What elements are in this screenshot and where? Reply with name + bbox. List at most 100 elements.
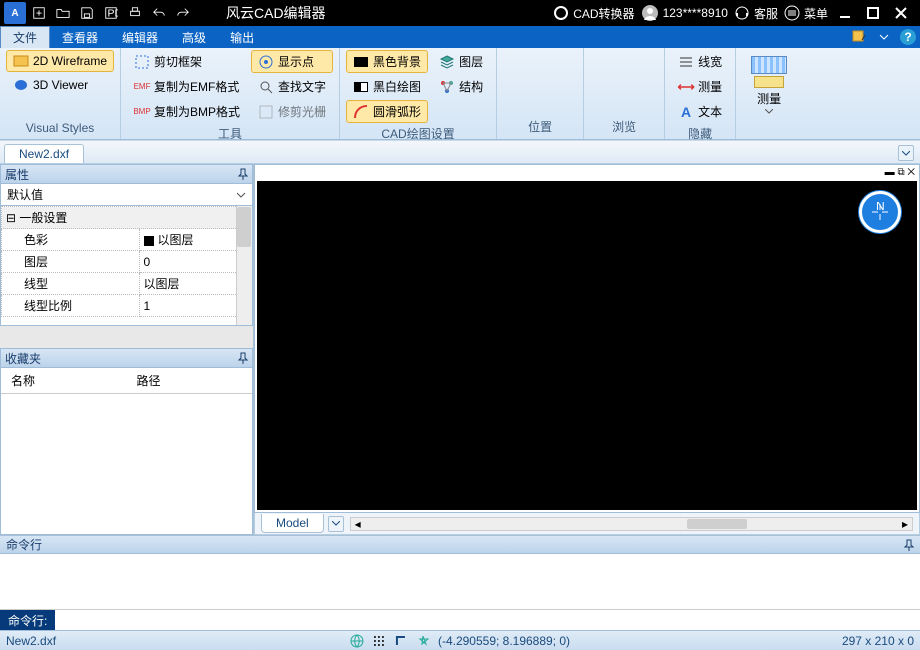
zoom-extents-icon[interactable]	[523, 50, 537, 56]
undo-icon[interactable]	[148, 2, 170, 24]
menu-button[interactable]: 菜单	[784, 5, 828, 22]
menu-output[interactable]: 输出	[218, 26, 266, 48]
print-icon[interactable]	[124, 2, 146, 24]
group-visual-label: Visual Styles	[6, 119, 114, 137]
zoom-prev-icon[interactable]	[503, 58, 517, 64]
grid-icon[interactable]	[372, 634, 386, 648]
globe-icon[interactable]	[350, 634, 364, 648]
prop-row[interactable]: 线型比例1	[2, 295, 252, 317]
dropdown-icon[interactable]	[872, 26, 896, 48]
cad-converter-button[interactable]: CAD转换器	[553, 5, 634, 22]
pin-icon[interactable]	[904, 539, 914, 551]
ribbon: 2D Wireframe 3D Viewer Visual Styles 剪切框…	[0, 48, 920, 140]
menu-bar: 文件 查看器 编辑器 高级 输出 ?	[0, 26, 920, 48]
main-area: 属性 默认值 ⊟ 一般设置 色彩以图层 图层0 线型以图层 线型比例1 收藏夹 …	[0, 164, 920, 535]
snap-icon[interactable]	[416, 634, 430, 648]
command-header: 命令行	[0, 536, 920, 554]
help-icon[interactable]: ?	[896, 26, 920, 48]
zoom-out-icon[interactable]	[543, 58, 557, 64]
chevron-down-icon	[236, 192, 246, 198]
group-pos-label: 位置	[503, 116, 577, 137]
3d-viewer-button[interactable]: 3D Viewer	[6, 74, 114, 96]
measure-big-button[interactable]: 测量	[742, 50, 796, 119]
left-pane: 属性 默认值 ⊟ 一般设置 色彩以图层 图层0 线型以图层 线型比例1 收藏夹 …	[0, 164, 254, 535]
clip-frame-button[interactable]: 剪切框架	[127, 50, 247, 73]
prop-row[interactable]: 线型以图层	[2, 273, 252, 295]
find-text-button[interactable]: 查找文字	[251, 75, 333, 98]
show-point-button[interactable]: 显示点	[251, 50, 333, 73]
favorites-header: 收藏夹	[0, 348, 253, 368]
model-bar: Model ◂▸	[254, 513, 920, 535]
command-history[interactable]	[0, 554, 920, 610]
svg-text:PDF: PDF	[108, 8, 119, 20]
struct-button[interactable]: 结构	[432, 75, 490, 98]
close-button[interactable]	[890, 2, 912, 24]
fav-col-name[interactable]: 名称	[1, 368, 127, 393]
property-selector[interactable]: 默认值	[0, 184, 253, 206]
pin-icon[interactable]	[238, 168, 248, 180]
nav-back-icon[interactable]	[590, 50, 604, 56]
command-input[interactable]	[55, 610, 920, 630]
menu-advanced[interactable]: 高级	[170, 26, 218, 48]
smooth-arc-button[interactable]: 圆滑弧形	[346, 100, 428, 123]
prop-row[interactable]: 图层0	[2, 251, 252, 273]
title-bar: A PDF 风云CAD编辑器 CAD转换器 123****8910 客服 菜单	[0, 0, 920, 26]
property-grid: ⊟ 一般设置 色彩以图层 图层0 线型以图层 线型比例1	[0, 206, 253, 326]
minimize-button[interactable]	[834, 2, 856, 24]
group-browse-label: 浏览	[590, 116, 658, 137]
prop-category[interactable]: ⊟ 一般设置	[2, 207, 252, 229]
tabs-dropdown-icon[interactable]	[898, 145, 914, 161]
viewport-wrap: ▬ ⧉ ✕ N Model ◂▸	[254, 164, 920, 535]
menu-viewer[interactable]: 查看器	[50, 26, 110, 48]
user-account[interactable]: 123****8910	[641, 4, 728, 22]
status-file: New2.dxf	[6, 634, 56, 648]
compass-fab[interactable]: N	[859, 191, 901, 233]
pan-icon[interactable]	[563, 50, 577, 56]
trim-raster-button[interactable]: 修剪光栅	[251, 100, 333, 123]
toolbar-options-icon[interactable]	[848, 26, 872, 48]
ortho-icon[interactable]	[394, 634, 408, 648]
app-title: 风云CAD编辑器	[196, 3, 356, 23]
menu-editor[interactable]: 编辑器	[110, 26, 170, 48]
black-bg-button[interactable]: 黑色背景	[346, 50, 428, 73]
pin-icon[interactable]	[238, 352, 248, 364]
fav-col-path[interactable]: 路径	[127, 368, 253, 393]
document-tabs: New2.dxf	[0, 140, 920, 164]
h-scrollbar[interactable]: ◂▸	[350, 517, 913, 531]
nav-last-icon[interactable]	[644, 50, 658, 56]
command-line: 命令行:	[0, 610, 920, 630]
doc-tab-active[interactable]: New2.dxf	[4, 144, 84, 163]
status-dims: 297 x 210 x 0	[842, 634, 914, 648]
linewidth-button[interactable]: 线宽	[671, 50, 729, 73]
bw-draw-button[interactable]: 黑白绘图	[346, 75, 428, 98]
zoom-window-icon[interactable]	[503, 50, 517, 56]
zoom-in-icon[interactable]	[543, 50, 557, 56]
2d-wireframe-button[interactable]: 2D Wireframe	[6, 50, 114, 72]
nav-first-icon[interactable]	[626, 50, 640, 56]
nav-fwd-icon[interactable]	[608, 50, 622, 56]
svg-text:N: N	[876, 202, 885, 213]
text-button[interactable]: A文本	[671, 100, 729, 123]
scrollbar[interactable]	[236, 206, 252, 325]
mdi-controls[interactable]: ▬ ⧉ ✕	[885, 167, 915, 178]
new-icon[interactable]	[28, 2, 50, 24]
redo-icon[interactable]	[172, 2, 194, 24]
copy-bmp-button[interactable]: BMP复制为BMP格式	[127, 100, 247, 123]
measure-button[interactable]: ⟷测量	[671, 75, 729, 98]
save-pdf-icon[interactable]: PDF	[100, 2, 122, 24]
command-panel: 命令行 命令行:	[0, 535, 920, 630]
prop-row[interactable]: 色彩以图层	[2, 229, 252, 251]
layer-button[interactable]: 图层	[432, 50, 490, 73]
support-button[interactable]: 客服	[734, 5, 778, 22]
canvas[interactable]: ▬ ⧉ ✕ N	[254, 164, 920, 513]
command-label: 命令行:	[0, 610, 55, 630]
model-tab[interactable]: Model	[261, 514, 324, 533]
save-icon[interactable]	[76, 2, 98, 24]
maximize-button[interactable]	[862, 2, 884, 24]
model-dropdown-icon[interactable]	[328, 516, 344, 532]
properties-header: 属性	[0, 164, 253, 184]
menu-file[interactable]: 文件	[0, 26, 50, 48]
open-icon[interactable]	[52, 2, 74, 24]
copy-emf-button[interactable]: EMF复制为EMF格式	[127, 75, 247, 98]
zoom-all-icon[interactable]	[523, 58, 537, 64]
